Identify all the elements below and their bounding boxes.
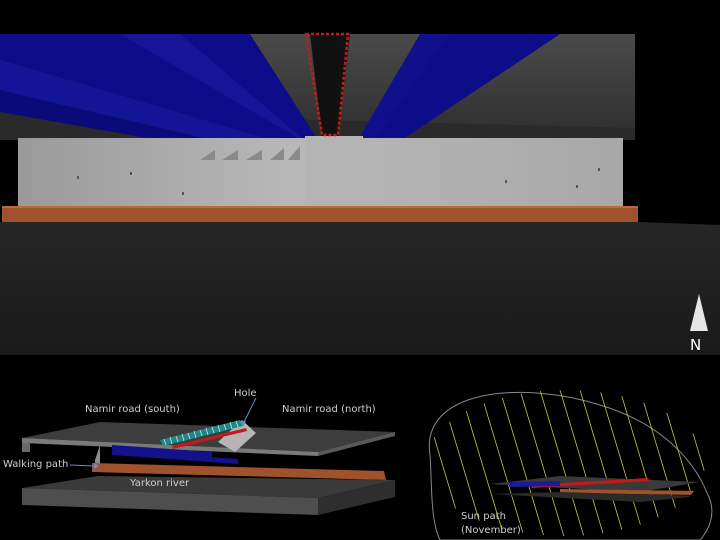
label-sun-path-month: (November) [461,525,521,536]
walking-path-strip [2,206,638,222]
label-sun-path: Sun path [461,511,506,522]
north-label: N [690,336,702,354]
label-walking-path: Walking path [3,459,69,470]
main-view [0,32,720,355]
label-yarkon-river: Yarkon river [130,478,190,489]
label-namir-road-north: Namir road (north) [282,404,376,415]
label-hole: Hole [234,388,257,399]
label-namir-road-south: Namir road (south) [85,404,180,415]
floor-plane [0,222,720,355]
diagram-canvas [0,32,720,540]
model-overview [22,420,395,515]
